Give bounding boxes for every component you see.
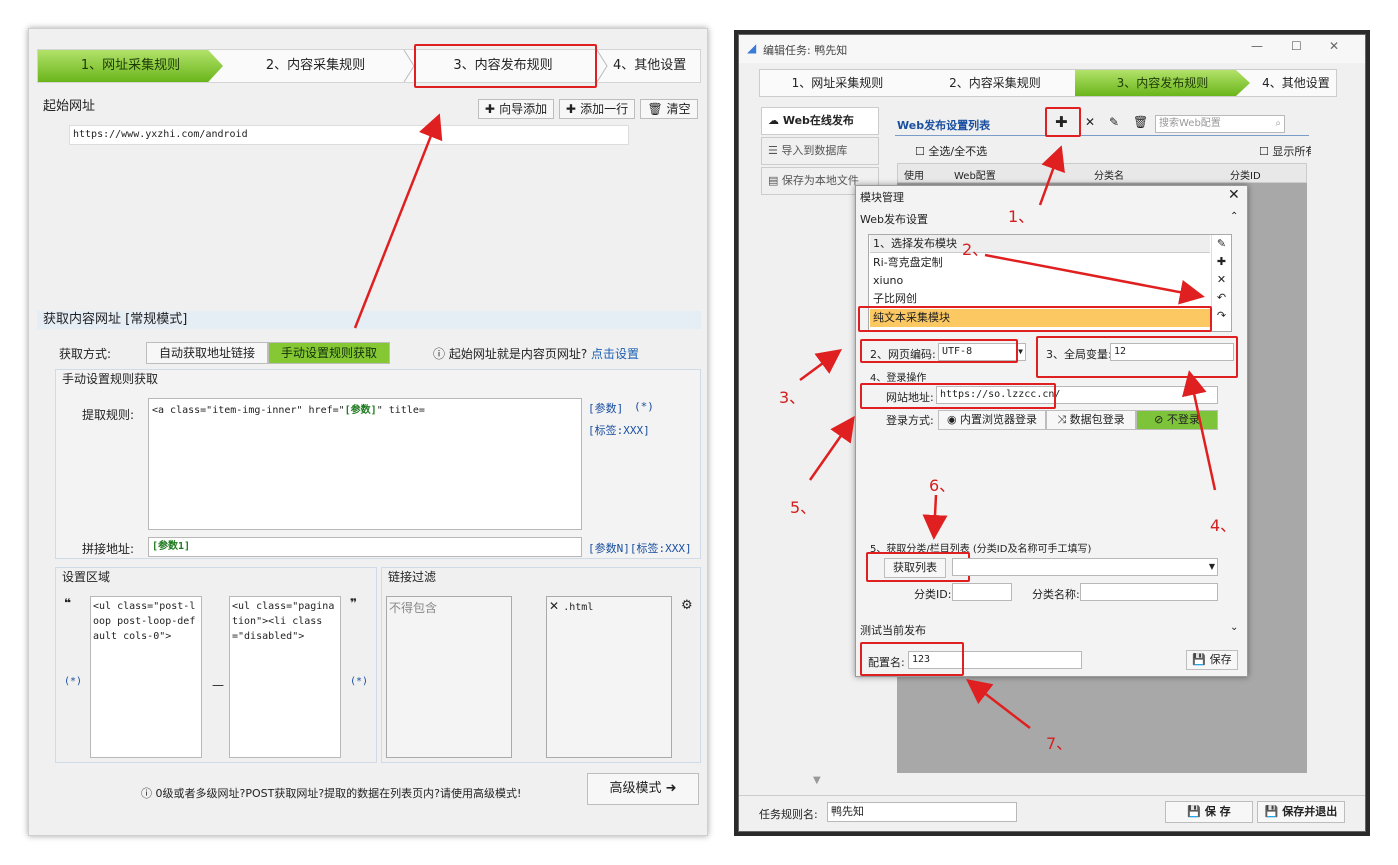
annotation-label: 4、 <box>1210 516 1237 535</box>
arrow <box>808 415 855 481</box>
annotation-label: 3、 <box>779 388 806 407</box>
annotation-label: 7、 <box>1046 734 1073 753</box>
arrow <box>353 113 443 329</box>
annotation-label: 6、 <box>929 476 956 495</box>
annotation-label: 5、 <box>790 498 817 517</box>
arrow <box>799 349 843 382</box>
annotation-label: 1、 <box>1008 207 1035 226</box>
annotation-arrows <box>353 113 1217 729</box>
arrow <box>966 678 1031 729</box>
annotation-label: 2、 <box>962 240 989 259</box>
arrow <box>1182 370 1217 491</box>
arrow <box>1038 145 1065 206</box>
arrow <box>922 494 948 540</box>
arrow <box>984 253 1205 305</box>
